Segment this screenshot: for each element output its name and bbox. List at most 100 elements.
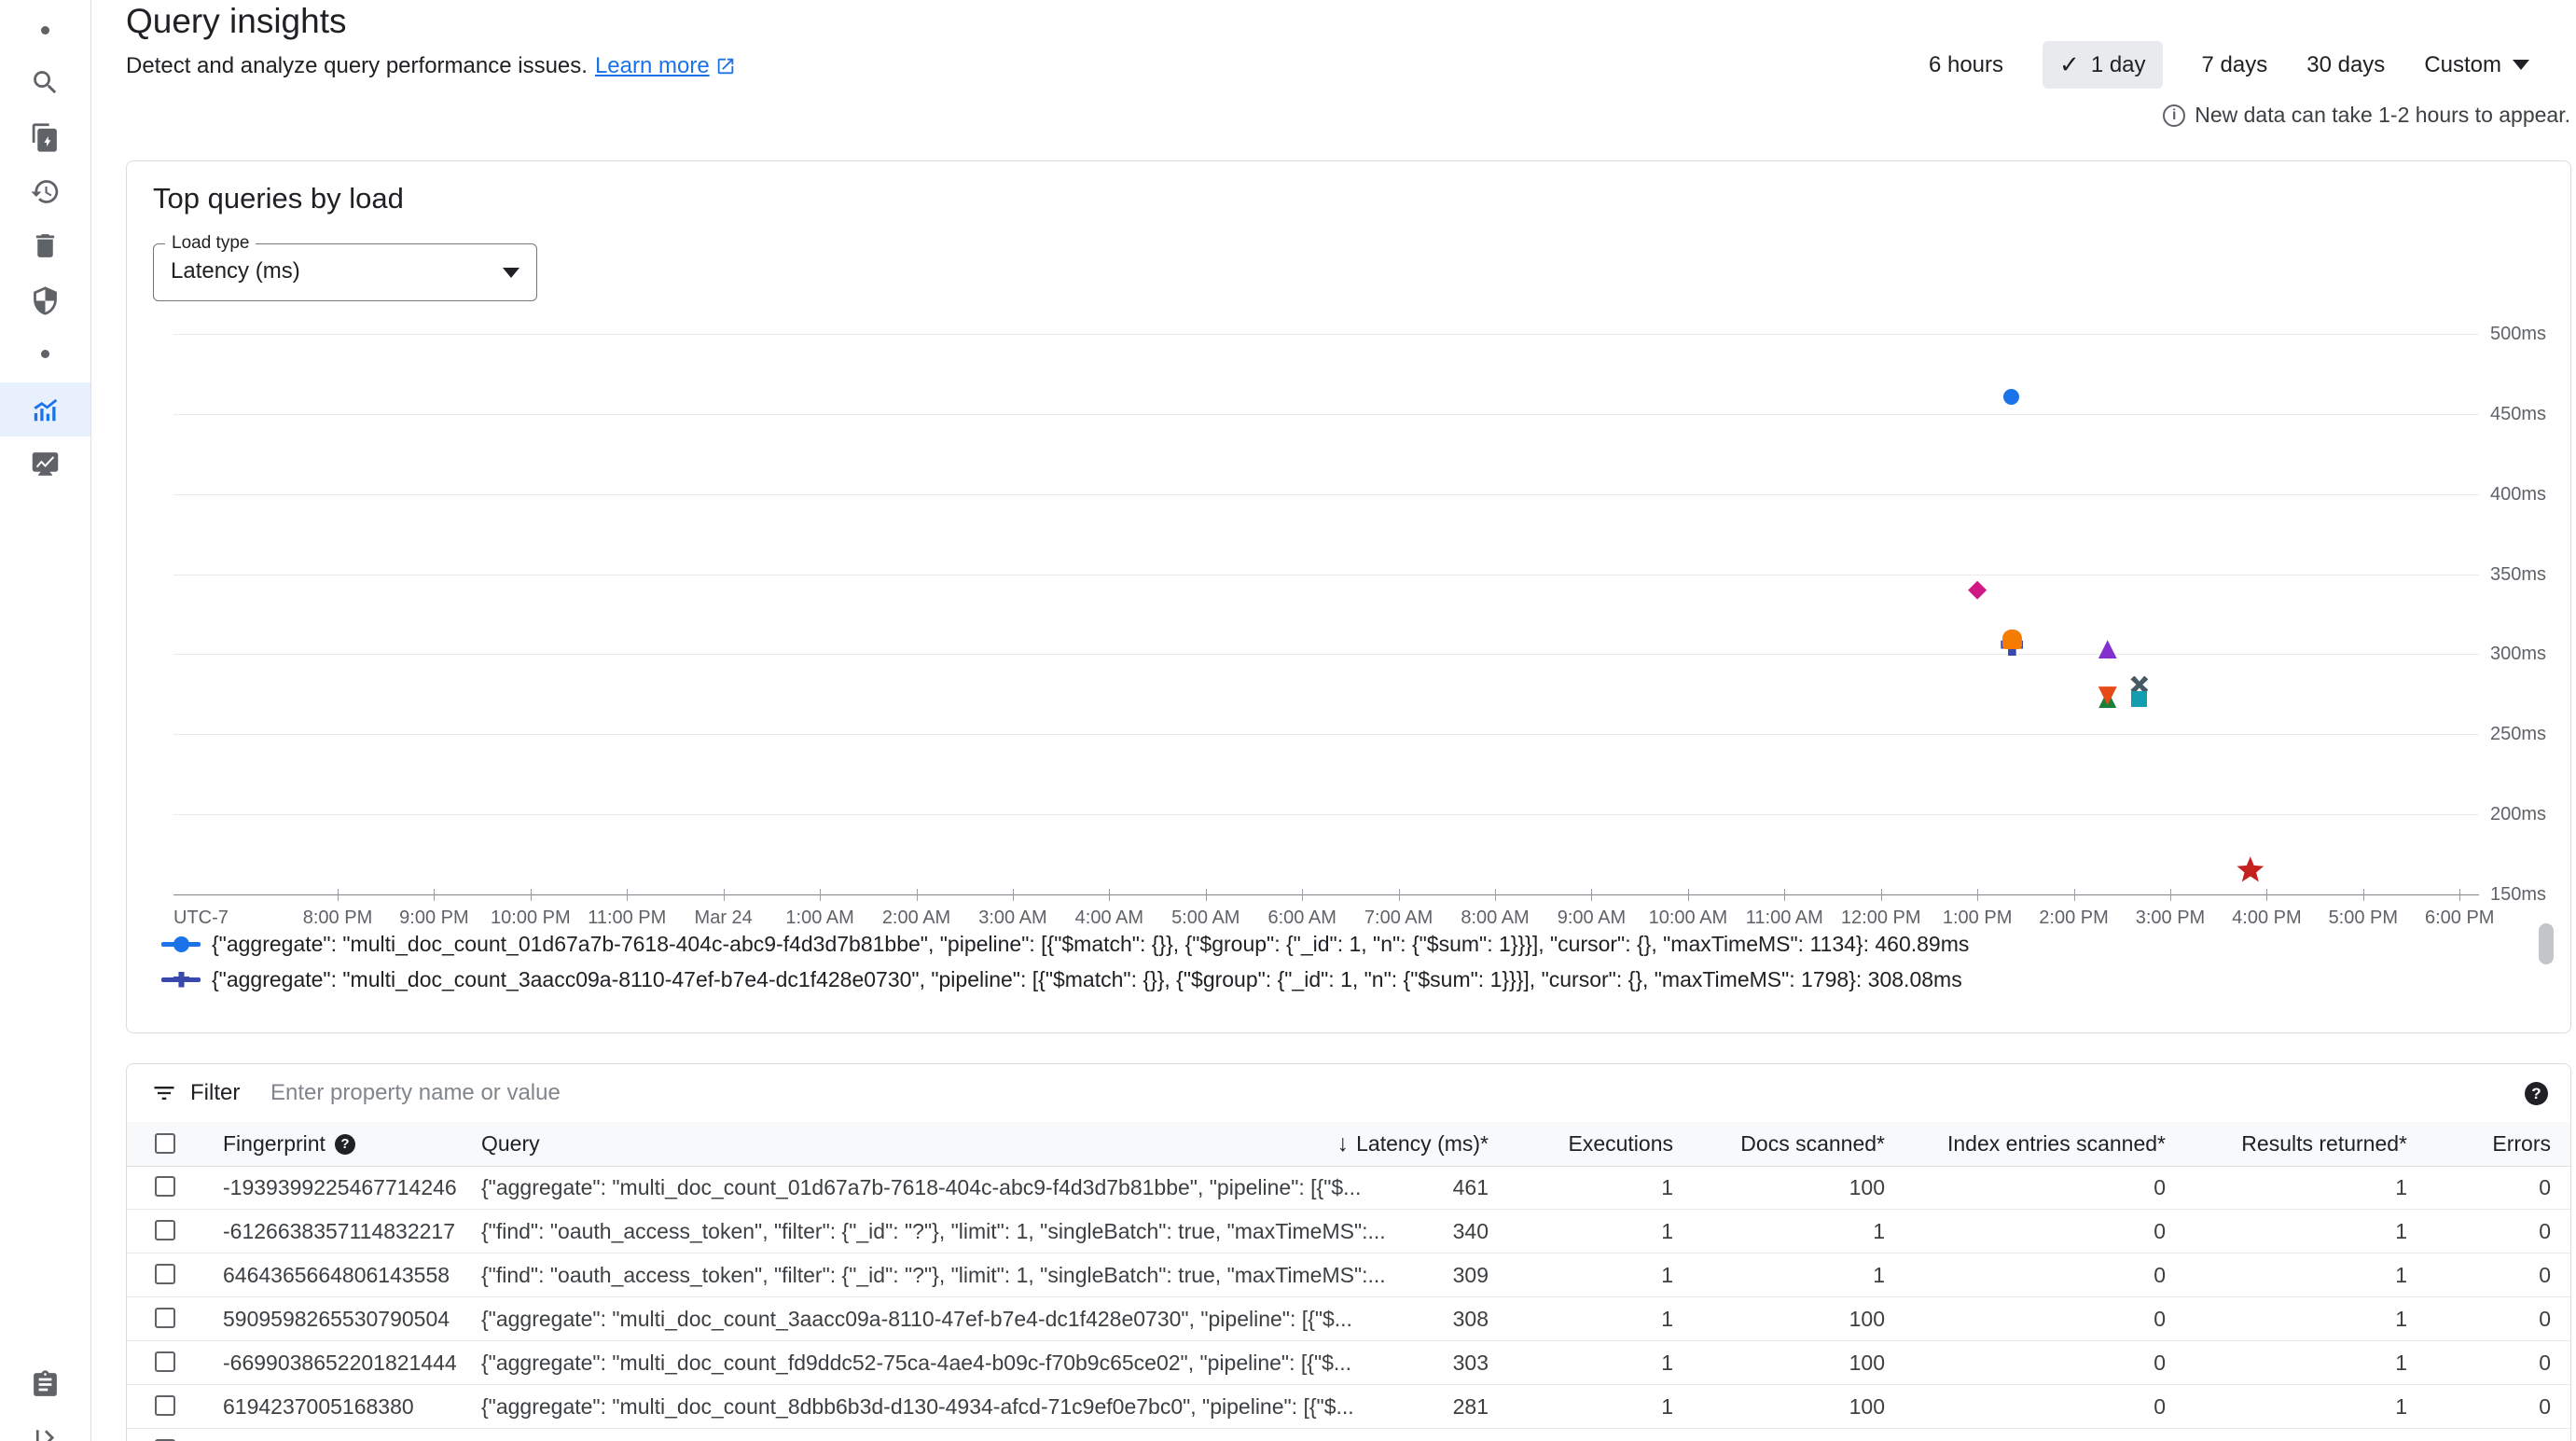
executions-cell: 1 — [1661, 1341, 1673, 1384]
row-checkbox[interactable] — [155, 1395, 175, 1416]
fingerprint-cell: 5909598265530790504 — [223, 1297, 450, 1340]
index-entries-cell: 0 — [2154, 1254, 2166, 1296]
chevron-down-icon — [2513, 60, 2529, 70]
help-icon[interactable]: ? — [2525, 1082, 2548, 1105]
legend-item[interactable]: {"aggregate": "multi_doc_count_3aacc09a-… — [161, 962, 1969, 997]
sidebar-item-notes[interactable] — [0, 1360, 90, 1408]
triangle-down-data-point — [2098, 686, 2117, 705]
legend-item[interactable]: {"aggregate": "multi_doc_count_01d67a7b-… — [161, 926, 1969, 962]
query-cell: {"aggregate": "multi_doc_count_8dbb6b3d-… — [481, 1385, 1354, 1428]
time-range-1-day-selected[interactable]: ✓ 1 day — [2043, 41, 2163, 89]
sidebar-item-search[interactable] — [0, 58, 90, 106]
column-header-latency[interactable]: ↓Latency (ms)* — [1337, 1122, 1489, 1166]
errors-cell: 0 — [2539, 1210, 2551, 1253]
row-checkbox[interactable] — [155, 1351, 175, 1372]
sidebar-item-shield[interactable] — [0, 276, 90, 325]
table-row[interactable]: -1939399225467714246{"aggregate": "multi… — [127, 1166, 2570, 1210]
legend-text: {"aggregate": "multi_doc_count_3aacc09a-… — [212, 967, 1962, 992]
trash-icon — [30, 230, 61, 261]
sidebar-item-batch-docs[interactable] — [0, 113, 90, 161]
table-row[interactable]: -6126638357114832217{"find": "oauth_acce… — [127, 1210, 2570, 1254]
table-row[interactable]: -6699038652201821444 {"aggregate": "multi… — [127, 1341, 2570, 1385]
results-returned-cell: 1 — [2395, 1254, 2407, 1296]
sidebar-item-query-insights[interactable] — [0, 382, 90, 436]
x-axis-tick — [2170, 889, 2171, 901]
search-icon — [30, 67, 61, 98]
table-row[interactable]: 6194237005168380{"aggregate": "multi_doc… — [127, 1385, 2570, 1429]
table-row[interactable]: 6464365664806143558{"find": "oauth_acces… — [127, 1254, 2570, 1297]
y-axis-label: 200ms — [2490, 804, 2574, 825]
dot-icon — [41, 350, 49, 358]
errors-cell: 0 — [2539, 1385, 2551, 1428]
gridline — [173, 414, 2479, 415]
sidebar-item-system-insights[interactable] — [0, 439, 90, 488]
subtitle-text: Detect and analyze query performance iss… — [126, 52, 588, 80]
learn-more-link[interactable]: Learn more — [595, 52, 736, 80]
latency-cell: 274 — [1453, 1429, 1489, 1441]
page-scrollbar[interactable] — [2539, 923, 2554, 964]
column-header-results-returned[interactable]: Results returned* — [2241, 1122, 2407, 1166]
sidebar-item-collapse[interactable] — [0, 1413, 90, 1441]
index-entries-cell: 0 — [2154, 1429, 2166, 1441]
column-header-query[interactable]: Query — [481, 1122, 540, 1166]
index-entries-cell: 0 — [2154, 1297, 2166, 1340]
sidebar-item-trash[interactable] — [0, 221, 90, 270]
query-cell: {"aggregate": "multi_doc_count_fd9ddc52-… — [481, 1341, 1351, 1384]
x-axis-tick — [1591, 889, 1592, 901]
docs-scanned-cell: 100 — [1849, 1166, 1885, 1209]
row-checkbox[interactable] — [155, 1220, 175, 1240]
table-row[interactable]: 5909598265530790504{"aggregate": "multi_… — [127, 1297, 2570, 1341]
x-axis-tick — [2459, 889, 2460, 901]
row-checkbox[interactable] — [155, 1176, 175, 1197]
x-axis-tick — [1399, 889, 1400, 901]
docs-scanned-cell: 1 — [1873, 1254, 1885, 1296]
x-axis-tick — [2266, 889, 2267, 901]
sidebar-item-history[interactable] — [0, 167, 90, 215]
x-axis-tick — [1977, 889, 1978, 901]
gridline — [173, 334, 2479, 335]
gridline — [173, 894, 2479, 895]
page-title: Query insights — [126, 0, 347, 43]
column-header-docs-scanned[interactable]: Docs scanned* — [1740, 1122, 1885, 1166]
x-axis-tick — [1881, 889, 1882, 901]
latency-cell: 308 — [1453, 1297, 1489, 1340]
filter-icon — [151, 1080, 177, 1106]
column-header-fingerprint[interactable]: Fingerprint ? — [223, 1122, 355, 1166]
time-range-30-days[interactable]: 30 days — [2306, 52, 2385, 78]
fingerprint-cell: -6699038652201821444 — [223, 1341, 457, 1384]
help-icon[interactable]: ? — [335, 1134, 355, 1155]
results-returned-cell: 1 — [2395, 1297, 2407, 1340]
x-axis-tick — [2074, 889, 2075, 901]
column-header-executions[interactable]: Executions — [1568, 1122, 1673, 1166]
filter-input[interactable] — [269, 1064, 1578, 1122]
collapse-panel-icon — [30, 1422, 61, 1441]
table-header-row: Fingerprint ? Query ↓Latency (ms)* Execu… — [127, 1122, 2570, 1167]
x-axis-tick — [917, 889, 918, 901]
queries-table-card: Filter ? Fingerprint ? Query ↓Latency (m… — [126, 1063, 2571, 1441]
index-entries-cell: 0 — [2154, 1341, 2166, 1384]
time-range-6-hours[interactable]: 6 hours — [1929, 52, 2003, 78]
info-icon: i — [2163, 104, 2185, 127]
time-range-7-days[interactable]: 7 days — [2202, 52, 2268, 78]
time-range-custom[interactable]: Custom — [2424, 52, 2529, 78]
docs-scanned-cell: 100 — [1849, 1297, 1885, 1340]
left-nav-sidebar — [0, 0, 91, 1441]
notes-icon — [30, 1369, 61, 1400]
latency-cell: 303 — [1453, 1341, 1489, 1384]
info-note: i New data can take 1-2 hours to appear. — [2163, 103, 2570, 128]
row-checkbox[interactable] — [155, 1264, 175, 1284]
errors-cell: 0 — [2539, 1166, 2551, 1209]
latency-cell: 309 — [1453, 1254, 1489, 1296]
x-axis-tick — [434, 889, 435, 901]
index-entries-cell: 0 — [2154, 1166, 2166, 1209]
row-checkbox[interactable] — [155, 1308, 175, 1328]
fingerprint-cell: -1939399225467714246 — [223, 1166, 457, 1209]
select-all-checkbox[interactable] — [155, 1133, 175, 1154]
filter-label: Filter — [190, 1064, 240, 1122]
errors-cell: 0 — [2539, 1341, 2551, 1384]
table-row[interactable]: -8295002236194316765{"aggregate": "multi… — [127, 1429, 2570, 1441]
column-header-errors[interactable]: Errors — [2492, 1122, 2551, 1166]
column-header-index-entries[interactable]: Index entries scanned* — [1947, 1122, 2166, 1166]
x-axis-label: 6:00 PM — [2389, 908, 2529, 929]
errors-cell: 0 — [2539, 1254, 2551, 1296]
